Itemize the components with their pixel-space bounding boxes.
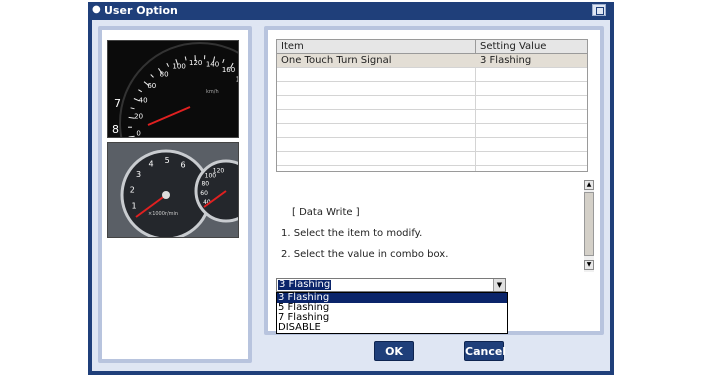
table-row-empty[interactable]: [277, 68, 587, 82]
instruction-step-2: 2. Select the value in combo box.: [281, 249, 449, 260]
speedometer-tick-label: 0: [136, 130, 140, 138]
tachometer-tick-label: 6: [180, 161, 185, 170]
cancel-button[interactable]: Cancel: [464, 341, 506, 361]
tachometer-tick-label: 4: [149, 159, 154, 168]
info-scrollbar[interactable]: ▲ ▼: [584, 180, 594, 272]
row-value-cell: 3 Flashing: [480, 55, 532, 66]
tachometer-unit: ×1000r/min: [148, 211, 178, 217]
tachometer-tick-label: 2: [130, 185, 135, 194]
speedometer-tick-label: 20: [134, 113, 143, 121]
tachometer-tick-label: 3: [136, 170, 141, 179]
table-row-empty[interactable]: [277, 110, 587, 124]
speedometer-tick-label: 80: [160, 70, 169, 78]
setting-value-combo[interactable]: 3 Flashing ▼: [276, 278, 506, 292]
window-maximize-button[interactable]: [592, 4, 606, 16]
speedometer-unit: km/h: [206, 89, 219, 95]
tachometer-svg: 1234 56 406080100120 ×1000r/min: [108, 143, 238, 237]
speedometer-svg: 020406080100120140160180200220240 km/h 7…: [108, 41, 239, 138]
temperature-tick-label: 80: [201, 181, 209, 188]
dropdown-arrow-icon[interactable]: ▼: [493, 279, 505, 291]
speedometer-tick-label: 60: [147, 82, 156, 90]
dialog-body: 020406080100120140160180200220240 km/h 7…: [92, 20, 610, 371]
combo-selected-value: 3 Flashing: [278, 279, 332, 290]
tachometer-edge-label: 7: [114, 97, 121, 110]
scroll-thumb[interactable]: [584, 192, 594, 256]
instruction-step-1: 1. Select the item to modify.: [281, 228, 423, 239]
table-row-empty[interactable]: [277, 152, 587, 166]
speedometer-tick-label: 40: [139, 96, 148, 104]
speedometer-tick-label: 160: [222, 66, 235, 74]
speedometer-tick-label: 180: [236, 76, 239, 84]
table-row-empty[interactable]: [277, 138, 587, 152]
settings-panel: Item Setting Value One Touch Turn Signal…: [264, 26, 604, 335]
tachometer-tick-label: 1: [132, 202, 137, 211]
column-header-setting-value[interactable]: Setting Value: [476, 40, 587, 54]
tachometer-edge-label: 8: [112, 123, 119, 136]
table-row-empty[interactable]: [277, 96, 587, 110]
column-header-item[interactable]: Item: [277, 40, 476, 54]
window-title: User Option: [104, 4, 178, 17]
temperature-tick-label: 120: [213, 167, 225, 174]
table-row-empty[interactable]: [277, 124, 587, 138]
speedometer-tick-label: 120: [189, 59, 202, 67]
tachometer-tick-label: 5: [165, 156, 170, 165]
speedometer-tick-label: 140: [206, 60, 219, 68]
app-icon: ●: [92, 4, 101, 15]
table-row[interactable]: One Touch Turn Signal 3 Flashing: [277, 54, 587, 68]
user-option-window: ● User Option 02040608010012014016018020…: [88, 2, 614, 375]
title-bar: ● User Option: [88, 2, 614, 19]
temperature-tick-label: 60: [200, 190, 208, 197]
speedometer-tick-label: 100: [172, 63, 185, 71]
tachometer-image: 123456 40 60 80 100 120 ×1000r/min: [107, 142, 239, 238]
scroll-down-button[interactable]: ▼: [584, 260, 594, 270]
combo-option[interactable]: DISABLE: [277, 323, 507, 333]
ok-button[interactable]: OK: [374, 341, 414, 361]
maximize-icon: [596, 7, 604, 15]
speedometer-image: 020406080100120140160180200220240 km/h 7…: [107, 40, 239, 138]
combo-dropdown-list: 3 Flashing 5 Flashing 7 Flashing DISABLE: [276, 292, 508, 334]
user-option-table: Item Setting Value One Touch Turn Signal…: [276, 39, 588, 172]
scroll-up-button[interactable]: ▲: [584, 180, 594, 190]
gauge-image-panel: 020406080100120140160180200220240 km/h 7…: [98, 26, 252, 363]
data-write-heading: [ Data Write ]: [292, 207, 360, 218]
row-item-cell: One Touch Turn Signal: [281, 55, 392, 66]
table-row-empty[interactable]: [277, 82, 587, 96]
